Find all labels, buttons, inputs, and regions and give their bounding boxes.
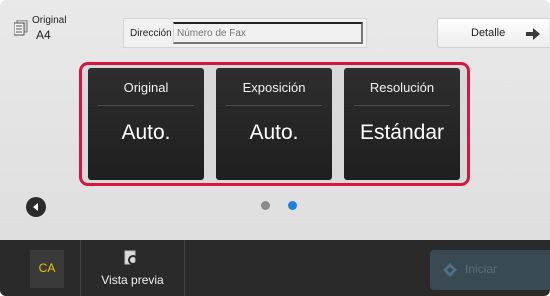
address-box[interactable]: Dirección xyxy=(123,18,367,48)
preview-label: Vista previa xyxy=(101,273,164,287)
panel-value-resolution: Estándar xyxy=(359,121,445,144)
panel-divider xyxy=(354,105,450,106)
bottom-action-bar: CA Vista previa Iniciar xyxy=(0,240,550,296)
panel-value-exposure: Auto. xyxy=(249,121,299,144)
back-button[interactable] xyxy=(26,197,46,217)
preview-button[interactable]: Vista previa xyxy=(81,240,184,296)
page-indicator-dot[interactable] xyxy=(261,201,270,210)
start-label: Iniciar xyxy=(465,262,498,276)
panel-title-resolution: Resolución xyxy=(369,80,435,95)
exposure-setting-button[interactable]: Exposición Auto. xyxy=(216,68,332,180)
original-label: Original xyxy=(32,15,67,26)
page-indicator-dot-active[interactable] xyxy=(288,201,297,210)
start-button[interactable]: Iniciar xyxy=(430,250,550,290)
fax-number-input[interactable] xyxy=(173,22,363,44)
panel-value-original: Auto. xyxy=(121,121,171,144)
ca-label: CA xyxy=(38,261,56,275)
panel-divider xyxy=(226,105,322,106)
ca-button[interactable]: CA xyxy=(30,250,64,288)
original-size: A4 xyxy=(36,28,51,42)
magnifier-document-icon xyxy=(124,250,140,268)
panel-divider xyxy=(98,105,194,106)
resolution-setting-button[interactable]: Resolución Estándar xyxy=(344,68,460,180)
detail-button[interactable]: Detalle xyxy=(437,18,549,48)
diamond-start-icon xyxy=(443,263,457,277)
detail-label: Detalle xyxy=(471,27,506,39)
arrow-right-icon xyxy=(526,28,540,40)
original-setting-button[interactable]: Original Auto. xyxy=(88,68,204,180)
bar-divider xyxy=(184,240,185,296)
chevron-left-icon xyxy=(33,203,38,211)
address-label: Dirección xyxy=(130,28,172,39)
document-stack-icon xyxy=(14,20,28,36)
panel-title-original: Original xyxy=(123,80,169,95)
panel-title-exposure: Exposición xyxy=(242,80,306,95)
fax-screen: Original A4 Dirección Detalle Original A… xyxy=(0,0,550,296)
